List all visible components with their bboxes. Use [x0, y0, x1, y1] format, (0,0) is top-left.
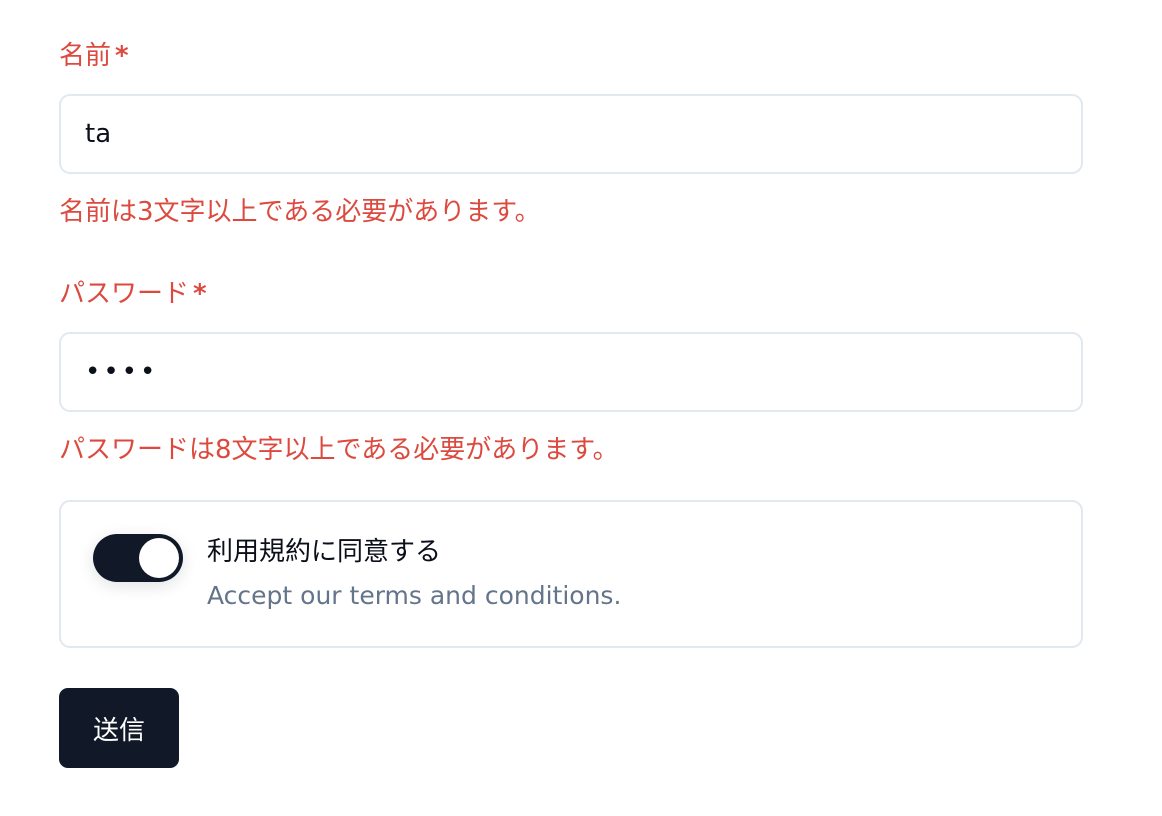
password-input[interactable]: ••••	[59, 332, 1083, 412]
switch-thumb	[139, 538, 179, 578]
name-error-message: 名前は3文字以上である必要があります。	[59, 197, 541, 227]
required-asterisk: *	[115, 41, 129, 71]
terms-description: Accept our terms and conditions.	[207, 581, 622, 610]
terms-toggle-switch[interactable]	[93, 534, 183, 582]
terms-card: 利用規約に同意する Accept our terms and condition…	[59, 500, 1083, 648]
password-error-message: パスワードは8文字以上である必要があります。	[59, 435, 619, 465]
name-label: 名前 *	[59, 30, 1083, 82]
name-input[interactable]: ta	[59, 94, 1083, 174]
name-input-value: ta	[85, 119, 112, 149]
password-input-value: ••••	[85, 357, 159, 387]
required-asterisk: *	[193, 279, 207, 309]
password-label: パスワード *	[59, 268, 1083, 320]
signup-form: 名前 * ta 名前は3文字以上である必要があります。 パスワード * •••• パ…	[59, 30, 1083, 768]
submit-button[interactable]: 送信	[59, 688, 179, 768]
name-label-text: 名前	[59, 41, 112, 71]
password-label-text: パスワード	[59, 279, 190, 309]
terms-title: 利用規約に同意する	[207, 537, 442, 567]
